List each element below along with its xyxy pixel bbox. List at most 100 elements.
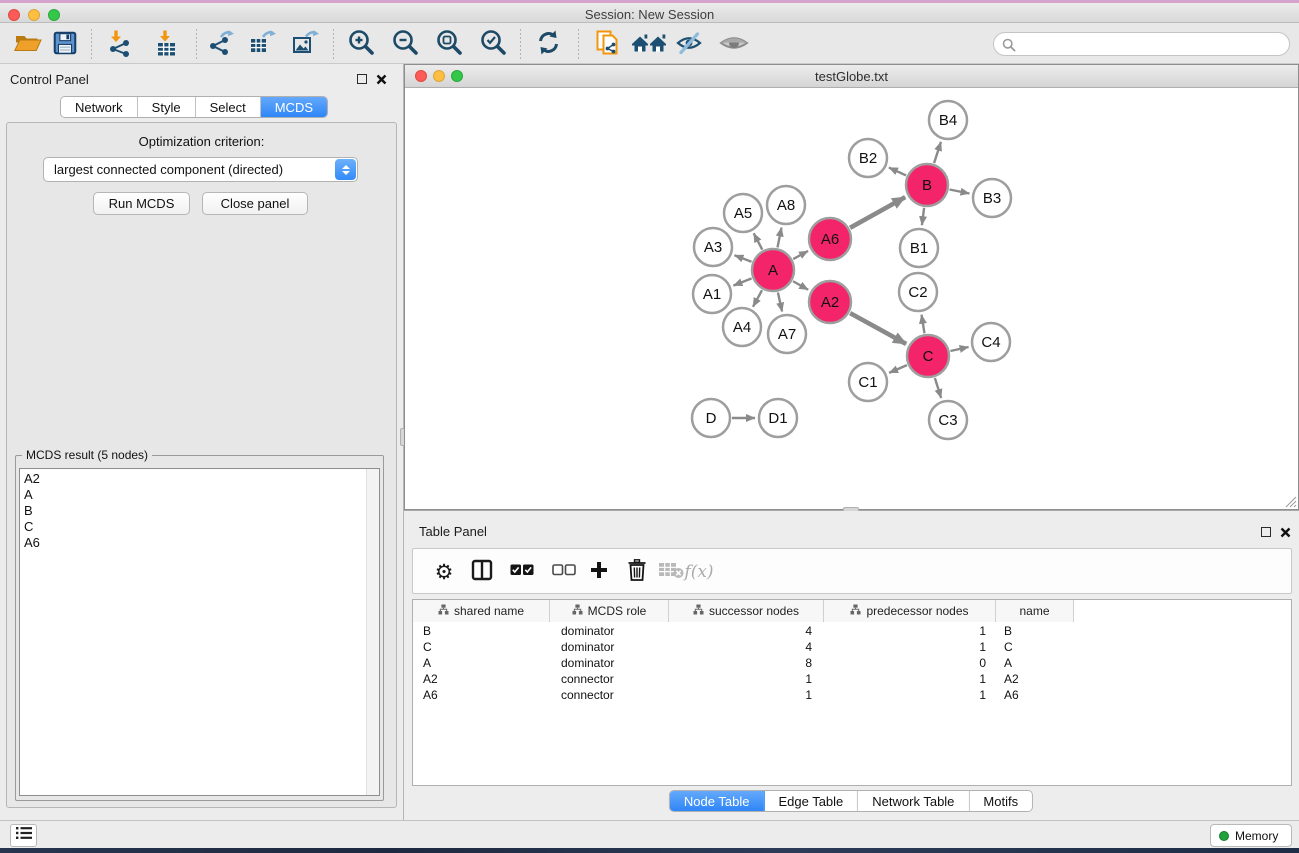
export-network-icon xyxy=(206,28,235,62)
edge-A-A8[interactable] xyxy=(778,228,782,248)
edge-A-A6[interactable] xyxy=(793,251,808,259)
export-table-icon xyxy=(247,28,276,62)
edge-B-B4[interactable] xyxy=(934,142,941,163)
mcds-result-item[interactable]: A xyxy=(20,487,360,503)
mcds-result-item[interactable]: A6 xyxy=(20,535,360,551)
export-image-button[interactable] xyxy=(289,30,319,60)
close-panel-icon[interactable] xyxy=(376,74,387,85)
tab-network-table[interactable]: Network Table xyxy=(858,791,969,811)
tab-select[interactable]: Select xyxy=(196,97,261,117)
tab-mcds[interactable]: MCDS xyxy=(261,97,327,117)
application-window: Session: New Session xyxy=(0,0,1299,853)
optimization-criterion-dropdown[interactable]: largest connected component (directed) xyxy=(43,157,358,182)
tree-hierarchy-icon xyxy=(438,604,449,618)
column-header-predecessor-nodes[interactable]: predecessor nodes xyxy=(824,600,996,622)
edge-A-A2[interactable] xyxy=(793,281,808,290)
node-label-A3: A3 xyxy=(704,239,722,256)
search-input[interactable] xyxy=(1020,34,1284,54)
table-row[interactable]: Bdominator41B xyxy=(413,623,1291,639)
zoom-selected-button[interactable] xyxy=(478,30,508,60)
edge-A-A7[interactable] xyxy=(778,292,782,311)
add-column-button[interactable] xyxy=(585,558,613,586)
task-history-button[interactable] xyxy=(10,824,37,847)
show-columns-button[interactable] xyxy=(468,558,496,586)
network-window-titlebar: testGlobe.txt xyxy=(405,65,1298,88)
resize-corner-icon[interactable] xyxy=(1284,495,1297,508)
edge-B-B1[interactable] xyxy=(922,208,924,225)
hide-graphics-details-button[interactable] xyxy=(674,30,704,60)
edge-A-A3[interactable] xyxy=(734,255,751,262)
unchecked-boxes-icon xyxy=(552,563,576,581)
function-builder-button[interactable]: f(x) xyxy=(685,558,713,586)
edge-A-A5[interactable] xyxy=(754,233,763,249)
mcds-result-item[interactable]: B xyxy=(20,503,360,519)
zoom-fit-button[interactable] xyxy=(434,30,464,60)
memory-button[interactable]: Memory xyxy=(1210,824,1292,847)
column-header-successor-nodes[interactable]: successor nodes xyxy=(669,600,824,622)
table-toolbar: ⚙ f(x) xyxy=(412,548,1292,594)
app-title: Session: New Session xyxy=(0,7,1299,22)
network-canvas[interactable]: AA1A2A3A4A5A6A7A8BB1B2B3B4CC1C2C3C4DD1 xyxy=(405,88,1298,509)
edge-A-A1[interactable] xyxy=(733,278,751,285)
column-header-mcds-role[interactable]: MCDS role xyxy=(550,600,669,622)
edge-C-C2[interactable] xyxy=(922,315,925,334)
plus-icon xyxy=(589,560,609,585)
tab-node-table[interactable]: Node Table xyxy=(670,791,765,811)
zoom-out-button[interactable] xyxy=(390,30,420,60)
mcds-result-item[interactable]: C xyxy=(20,519,360,535)
save-icon xyxy=(51,29,79,62)
tab-edge-table[interactable]: Edge Table xyxy=(764,791,858,811)
edge-A2-C[interactable] xyxy=(850,313,906,344)
tab-motifs[interactable]: Motifs xyxy=(969,791,1032,811)
clone-network-button[interactable] xyxy=(592,30,622,60)
edge-B-B3[interactable] xyxy=(950,190,970,194)
tree-hierarchy-icon xyxy=(572,604,583,618)
table-cell: B xyxy=(996,624,1074,638)
edge-C-C3[interactable] xyxy=(935,378,941,398)
run-mcds-button[interactable]: Run MCDS xyxy=(93,192,190,215)
table-row[interactable]: Cdominator41C xyxy=(413,639,1291,655)
node-label-B: B xyxy=(922,177,932,194)
save-session-button[interactable] xyxy=(50,30,80,60)
edge-A6-B[interactable] xyxy=(850,197,905,228)
node-label-A6: A6 xyxy=(821,231,839,248)
tab-network[interactable]: Network xyxy=(61,97,138,117)
export-network-button[interactable] xyxy=(205,30,235,60)
refresh-button[interactable] xyxy=(533,30,563,60)
home-button[interactable] xyxy=(630,30,668,60)
desktop-wallpaper-bottom xyxy=(0,848,1299,853)
table-panel: Table Panel ⚙ f(x) xyxy=(404,511,1299,820)
deselect-all-button[interactable] xyxy=(550,558,578,586)
birds-eye-view-button[interactable] xyxy=(719,30,749,60)
export-table-button[interactable] xyxy=(246,30,276,60)
open-session-button[interactable] xyxy=(12,30,42,60)
zoom-in-button[interactable] xyxy=(346,30,376,60)
close-panel-button[interactable]: Close panel xyxy=(202,192,308,215)
clone-network-icon xyxy=(593,28,622,62)
table-options-button[interactable]: ⚙ xyxy=(430,558,458,586)
table-row[interactable]: Adominator80A xyxy=(413,655,1291,671)
import-table-button[interactable] xyxy=(151,30,181,60)
close-panel-icon[interactable] xyxy=(1280,527,1291,538)
import-network-button[interactable] xyxy=(105,30,135,60)
float-panel-icon[interactable] xyxy=(357,74,367,84)
mcds-result-item[interactable]: A2 xyxy=(20,471,360,487)
select-all-button[interactable] xyxy=(508,558,536,586)
edge-C-C4[interactable] xyxy=(950,347,968,351)
column-header-name[interactable]: name xyxy=(996,600,1074,622)
edge-B-B2[interactable] xyxy=(889,168,906,176)
delete-columns-button[interactable] xyxy=(623,558,651,586)
edge-C-C1[interactable] xyxy=(889,365,907,373)
edge-A-A4[interactable] xyxy=(753,290,762,307)
float-panel-icon[interactable] xyxy=(1261,527,1271,537)
table-cell: C xyxy=(996,640,1074,654)
node-label-C1: C1 xyxy=(858,374,877,391)
scrollbar-track[interactable] xyxy=(366,469,379,795)
column-header-label: shared name xyxy=(454,604,524,618)
dropdown-selected-value: largest connected component (directed) xyxy=(54,162,283,177)
column-header-shared-name[interactable]: shared name xyxy=(413,600,550,622)
table-row[interactable]: A2connector11A2 xyxy=(413,671,1291,687)
delete-table-button[interactable] xyxy=(657,558,685,586)
table-row[interactable]: A6connector11A6 xyxy=(413,687,1291,703)
tab-style[interactable]: Style xyxy=(138,97,196,117)
